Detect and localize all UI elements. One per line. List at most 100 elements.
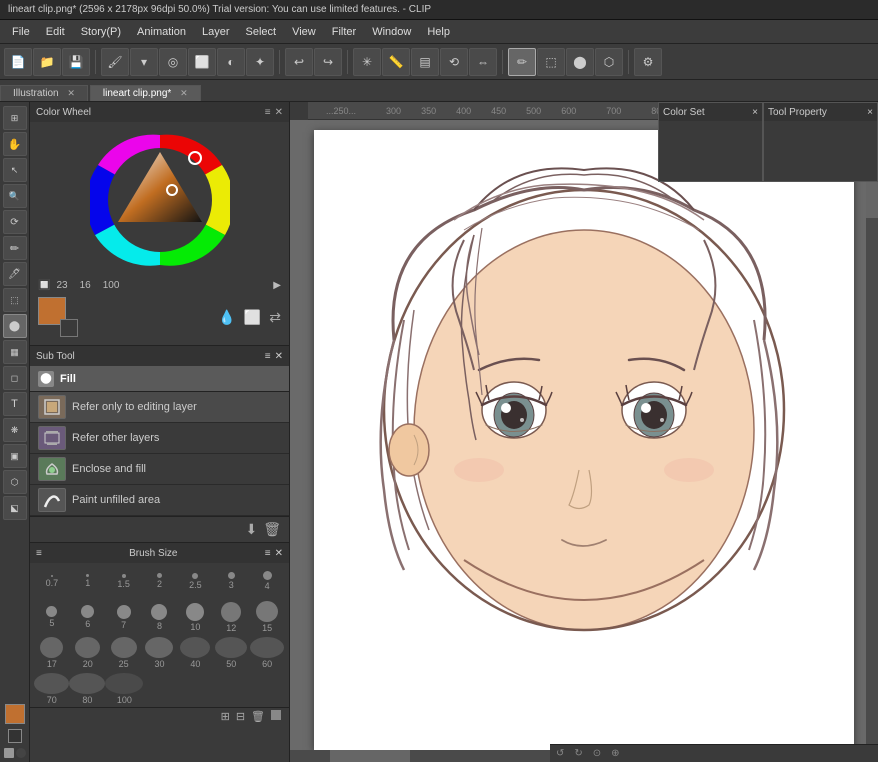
brush-60[interactable]: 60 [249, 637, 285, 669]
toolbar-transform[interactable]: ✳ [353, 48, 381, 76]
menu-layer[interactable]: Layer [194, 24, 238, 40]
menu-view[interactable]: View [284, 24, 324, 40]
brush-50[interactable]: 50 [213, 637, 249, 669]
subtool-add-btn[interactable]: ⬇ [245, 521, 257, 538]
bottom-redo[interactable]: ↻ [574, 748, 582, 759]
bottom-fit[interactable]: ⊕ [611, 748, 619, 759]
toolbar-new[interactable]: 📄 [4, 48, 32, 76]
brush-8[interactable]: 8 [142, 601, 178, 633]
toolbar-eraser[interactable]: ⬚ [537, 48, 565, 76]
color-icon-2[interactable] [16, 748, 26, 758]
toolbar-save[interactable]: 💾 [62, 48, 90, 76]
subtool-close[interactable]: ✕ [275, 351, 283, 362]
brush-0.7[interactable]: 0.7 [34, 565, 70, 597]
fg-color-swatch[interactable] [5, 704, 25, 724]
drawing-canvas[interactable] [314, 130, 854, 750]
bottom-center[interactable]: ⊙ [593, 748, 601, 759]
tool-pen[interactable]: ✏ [3, 236, 27, 260]
tool-zoom[interactable]: 🔍 [3, 184, 27, 208]
menu-story[interactable]: Story(P) [73, 24, 129, 40]
vertical-scrollbar[interactable] [866, 138, 878, 750]
tool-select[interactable]: ▣ [3, 444, 27, 468]
tool-cursor[interactable]: ↖ [3, 158, 27, 182]
arrow-icon[interactable]: ▶ [273, 280, 281, 291]
toolprop-close[interactable]: × [867, 107, 873, 118]
brush-30[interactable]: 30 [142, 637, 178, 669]
canvas-content[interactable] [290, 120, 878, 762]
bg-color-swatch[interactable] [8, 729, 22, 743]
subtool-item-refer-others[interactable]: Refer other layers [30, 423, 289, 454]
brush-17[interactable]: 17 [34, 637, 70, 669]
colorset-close[interactable]: × [752, 107, 758, 118]
canvas-area[interactable]: ...250...3003504004505006007008009001000… [290, 102, 878, 762]
background-swatch[interactable] [60, 319, 78, 337]
toolbar-view[interactable]: ▤ [411, 48, 439, 76]
toolbar-redo[interactable]: ↪ [314, 48, 342, 76]
brush-2.5[interactable]: 2.5 [177, 565, 213, 597]
brush-12[interactable]: 12 [213, 601, 249, 633]
color-wheel-menu[interactable]: ≡ [265, 107, 271, 118]
menu-filter[interactable]: Filter [324, 24, 364, 40]
subtool-menu[interactable]: ≡ [265, 351, 271, 362]
toolbar-ruler[interactable]: 📏 [382, 48, 410, 76]
brushsize-delete[interactable]: ⊟ [236, 710, 245, 723]
brush-6[interactable]: 6 [70, 601, 106, 633]
tool-text[interactable]: T [3, 392, 27, 416]
toolbar-selector[interactable]: ▾ [130, 48, 158, 76]
brush-10[interactable]: 10 [177, 601, 213, 633]
brush-25[interactable]: 25 [106, 637, 142, 669]
toolbar-tool5[interactable]: ◐ [217, 48, 245, 76]
brush-1.5[interactable]: 1.5 [106, 565, 142, 597]
color-wheel-close[interactable]: ✕ [275, 107, 283, 118]
toolbar-open[interactable]: 📁 [33, 48, 61, 76]
tool-hand[interactable]: ✋ [3, 132, 27, 156]
brushsize-add[interactable]: ⊞ [221, 710, 230, 723]
menu-animation[interactable]: Animation [129, 24, 194, 40]
tab-close-lineart[interactable]: ✕ [180, 88, 188, 98]
toolbar-settings[interactable]: ⚙ [634, 48, 662, 76]
toolbar-tool6[interactable]: ✦ [246, 48, 274, 76]
toolbar-undo[interactable]: ↩ [285, 48, 313, 76]
subtool-item-refer-editing[interactable]: Refer only to editing layer [30, 392, 289, 423]
tool-gradient[interactable]: ▦ [3, 340, 27, 364]
tool-navigator[interactable]: ⊞ [3, 106, 27, 130]
toolbar-tool4[interactable]: ⬜ [188, 48, 216, 76]
eyedropper-icon[interactable]: 💧 [218, 309, 235, 326]
tool-fill[interactable]: ⬤ [3, 314, 27, 338]
tool-layer-select[interactable]: ⬕ [3, 496, 27, 520]
tool-marker[interactable]: 🖊 [3, 262, 27, 286]
menu-edit[interactable]: Edit [38, 24, 73, 40]
tab-close-illustration[interactable]: ✕ [67, 88, 75, 98]
toolbar-fill[interactable]: ⬤ [566, 48, 594, 76]
brush-70[interactable]: 70 [34, 673, 69, 705]
hscroll-thumb[interactable] [330, 750, 410, 762]
color-wheel-svg[interactable] [90, 130, 230, 270]
tool-shape[interactable]: ◻ [3, 366, 27, 390]
brushsize-trash[interactable]: 🗑 [251, 710, 265, 723]
tool-decoration[interactable]: ❋ [3, 418, 27, 442]
menu-select[interactable]: Select [238, 24, 285, 40]
brush-80[interactable]: 80 [69, 673, 105, 705]
tab-illustration[interactable]: Illustration ✕ [0, 85, 88, 101]
tool-lasso[interactable]: ⬡ [3, 470, 27, 494]
brushsize-menu[interactable]: ≡ [265, 548, 271, 559]
color-wheel-container[interactable] [30, 122, 289, 278]
brush-2[interactable]: 2 [142, 565, 178, 597]
toolbar-rotate[interactable]: ⟲ [440, 48, 468, 76]
brushsize-scroll[interactable] [271, 710, 281, 720]
brush-40[interactable]: 40 [177, 637, 213, 669]
menu-file[interactable]: File [4, 24, 38, 40]
menu-help[interactable]: Help [419, 24, 458, 40]
brush-15[interactable]: 15 [249, 601, 285, 633]
subtool-item-paint-unfilled[interactable]: Paint unfilled area [30, 485, 289, 516]
tool-eraser[interactable]: ⬚ [3, 288, 27, 312]
toolbar-extra[interactable]: ⬡ [595, 48, 623, 76]
transparent-icon[interactable]: ⬜ [244, 309, 261, 326]
subtool-item-enclose[interactable]: Enclose and fill [30, 454, 289, 485]
brush-5[interactable]: 5 [34, 601, 70, 633]
brush-20[interactable]: 20 [70, 637, 106, 669]
brush-100[interactable]: 100 [105, 673, 143, 705]
brushsize-close[interactable]: ✕ [275, 548, 283, 559]
toolbar-pen-active[interactable]: ✏ [508, 48, 536, 76]
bottom-undo[interactable]: ↺ [556, 748, 564, 759]
